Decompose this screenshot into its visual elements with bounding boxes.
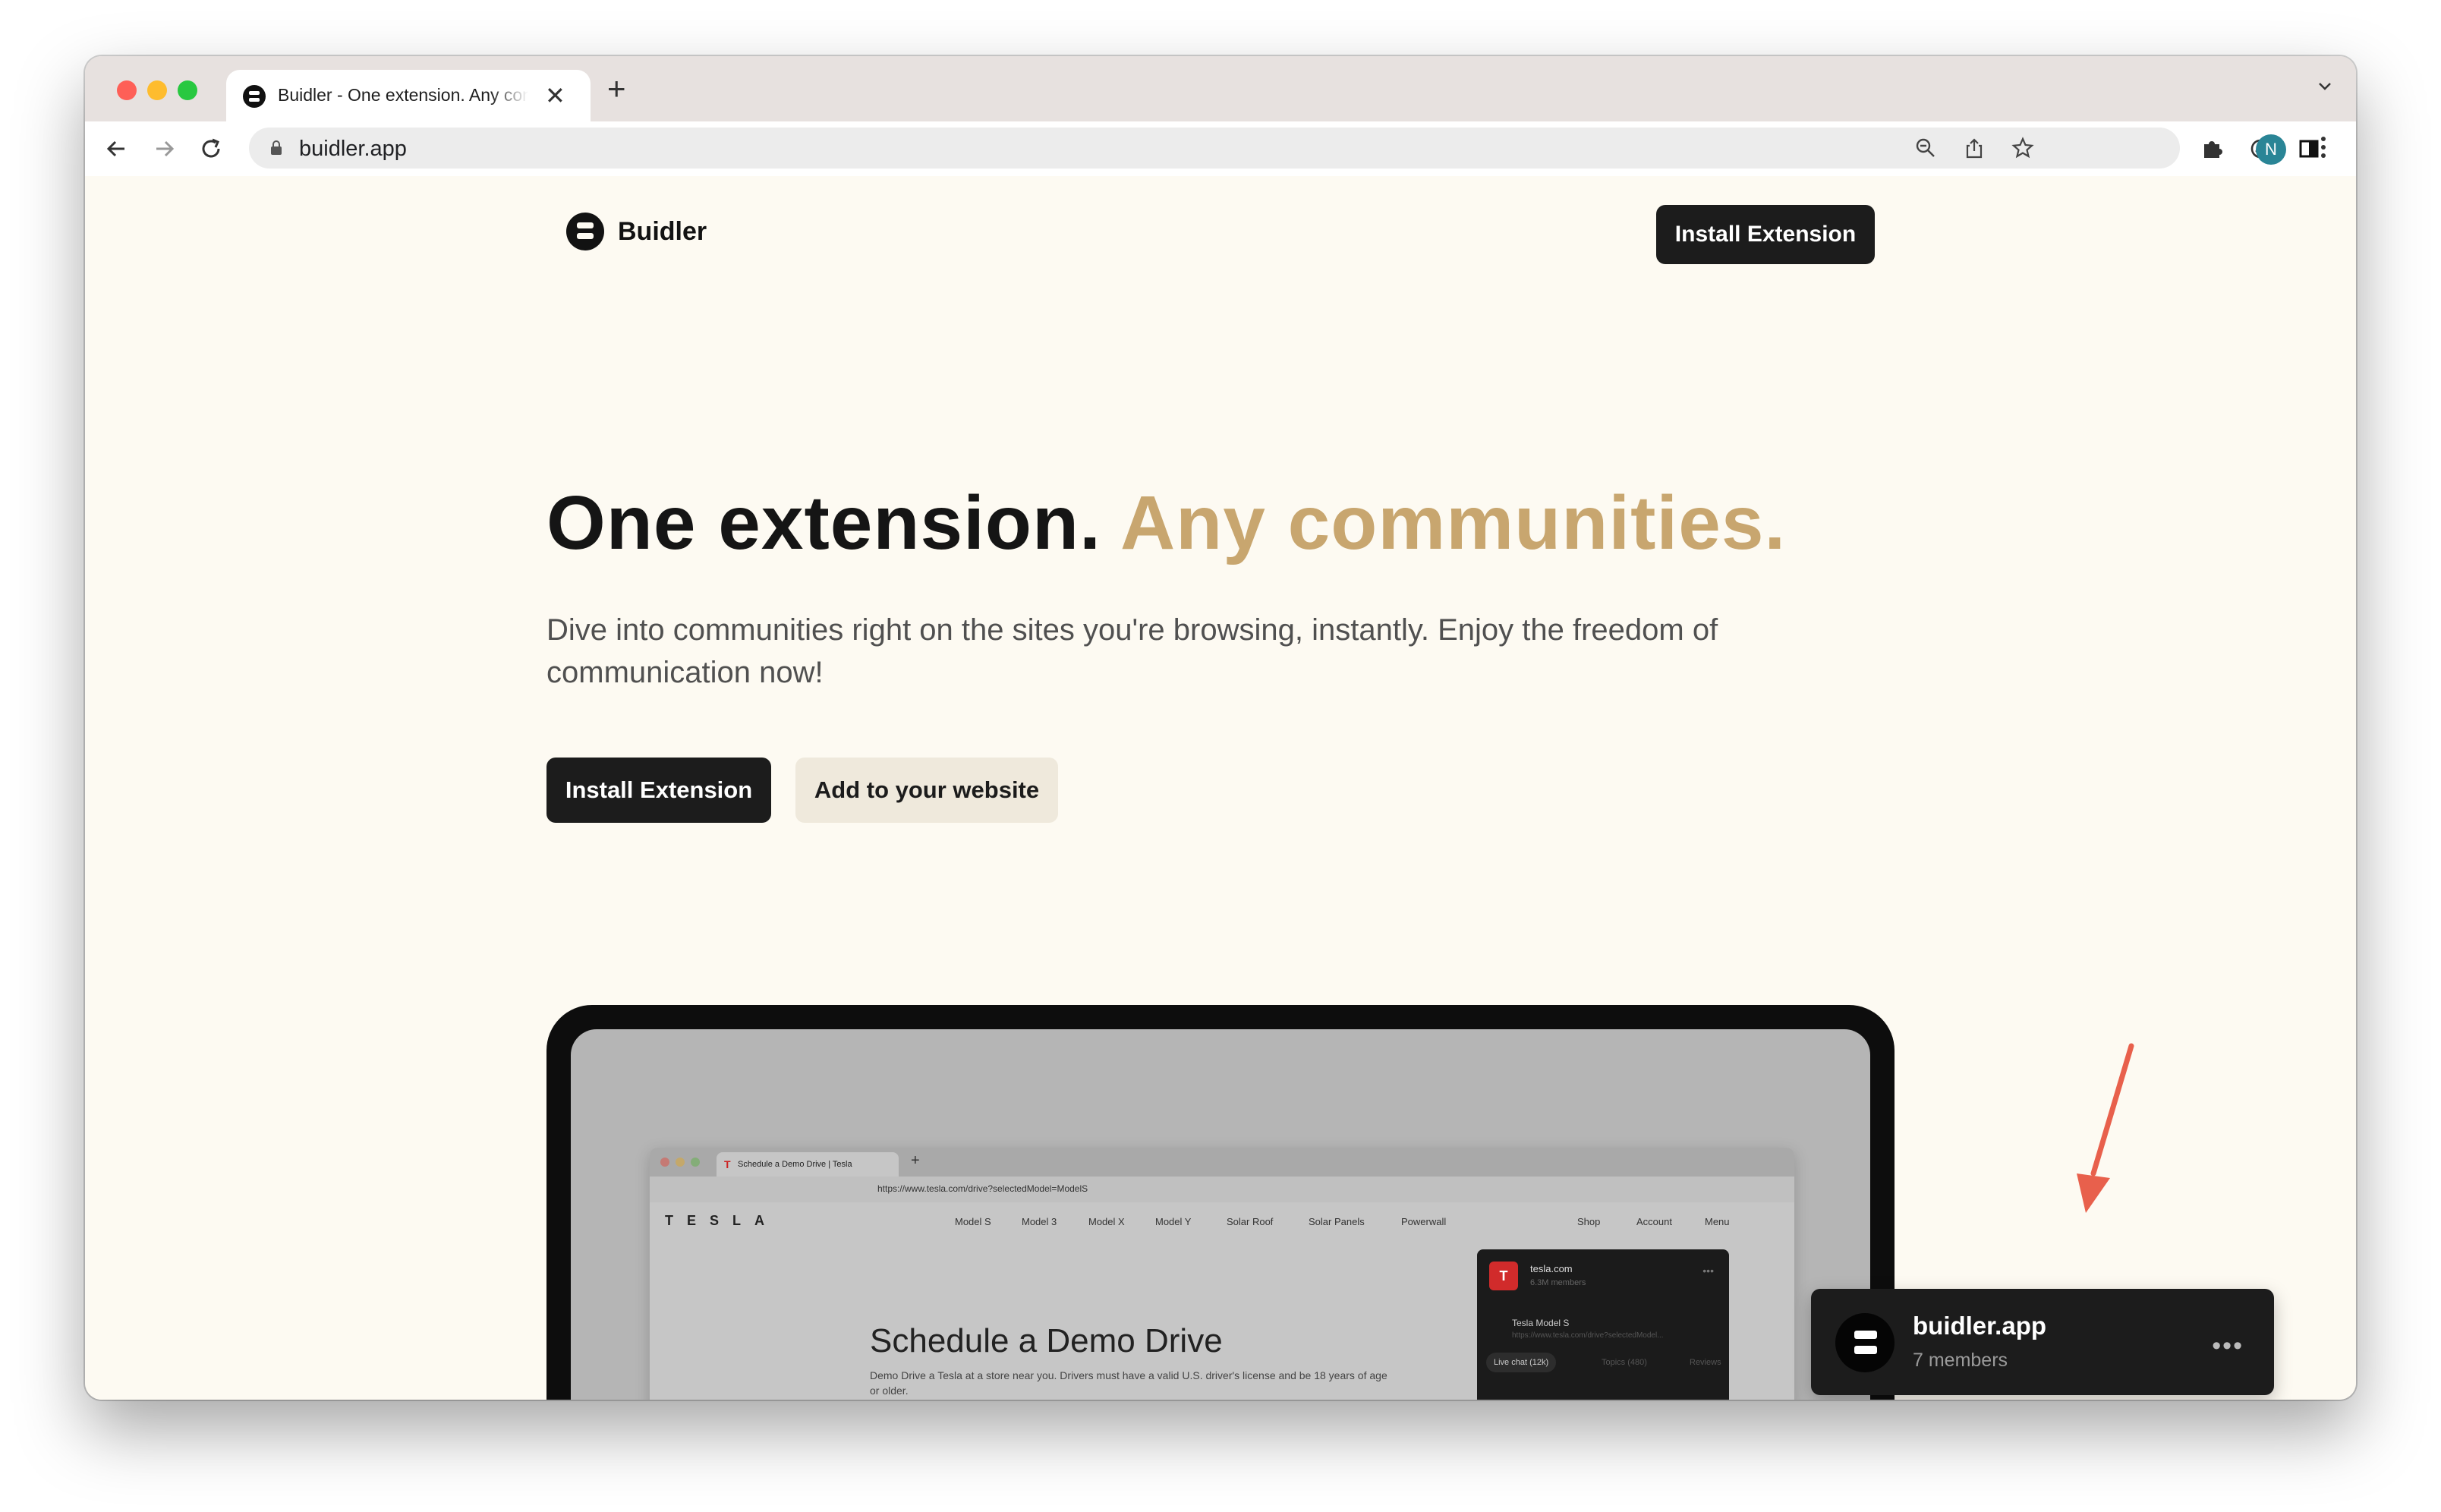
share-icon[interactable] — [1963, 137, 1986, 159]
close-window-button[interactable] — [117, 80, 137, 100]
mockup-menu-item: Model X — [1088, 1216, 1125, 1227]
mockup-live-chat-pill: Live chat (12k) — [1486, 1353, 1557, 1372]
widget-more-icon[interactable]: ••• — [2212, 1331, 2244, 1361]
browser-menu-icon[interactable] — [2320, 137, 2327, 162]
mockup-panel-title: tesla.com — [1530, 1263, 1573, 1274]
mockup-panel-members: 6.3M members — [1530, 1278, 1586, 1287]
minimize-window-button[interactable] — [147, 80, 167, 100]
bookmark-star-icon[interactable] — [2011, 137, 2034, 159]
add-to-website-button[interactable]: Add to your website — [795, 758, 1058, 823]
tab-search-chevron-icon[interactable] — [2317, 77, 2333, 94]
close-tab-icon[interactable]: ✕ — [545, 79, 565, 112]
mockup-menu-item: Model 3 — [1022, 1216, 1057, 1227]
mockup-new-tab-icon: + — [911, 1152, 920, 1169]
mockup-menu-item: Solar Roof — [1227, 1216, 1274, 1227]
mockup-yellow-dot — [676, 1158, 685, 1167]
mockup-menu-item: Powerwall — [1401, 1216, 1447, 1227]
hero-title-main: One extension. — [546, 480, 1101, 565]
mockup-panel-url: https://www.tesla.com/drive?selectedMode… — [1512, 1331, 1664, 1340]
hero-subtitle: Dive into communities right on the sites… — [546, 613, 1718, 689]
tesla-favicon-icon: T — [724, 1158, 731, 1170]
browser-window: Buidler - One extension. Any communities… — [85, 56, 2356, 1400]
logo-text: Buidler — [618, 216, 707, 246]
mockup-panel-page: Tesla Model S — [1512, 1318, 1570, 1328]
webpage: Buidler Install Extension One extension.… — [85, 176, 2356, 1400]
hero-title-accent: Any communities. — [1120, 480, 1787, 565]
mockup-panel-more-icon: ••• — [1702, 1265, 1714, 1277]
mockup-menu-right-item: Shop — [1577, 1216, 1601, 1227]
mockup-browser: T Schedule a Demo Drive | Tesla + https:… — [650, 1148, 1794, 1400]
mockup-toolbar: https://www.tesla.com/drive?selectedMode… — [650, 1177, 1794, 1202]
new-tab-button[interactable]: + — [607, 71, 626, 106]
address-bar[interactable]: buidler.app — [249, 128, 2180, 169]
buidler-logo-icon — [566, 213, 604, 250]
reload-icon[interactable] — [196, 134, 226, 164]
mockup-tab: T Schedule a Demo Drive | Tesla — [717, 1152, 899, 1177]
tab-bar: Buidler - One extension. Any communities… — [85, 56, 2356, 121]
mockup-tab-title: Schedule a Demo Drive | Tesla — [738, 1160, 852, 1169]
lock-icon[interactable] — [270, 140, 282, 156]
mockup-tab-bar: T Schedule a Demo Drive | Tesla + — [650, 1148, 1794, 1177]
back-icon[interactable] — [102, 134, 132, 164]
widget-title: buidler.app — [1913, 1312, 2047, 1340]
mockup-red-dot — [660, 1158, 669, 1167]
mockup-brand: TESLA — [665, 1213, 779, 1228]
buidler-favicon-icon — [243, 85, 266, 108]
widget-members: 7 members — [1913, 1350, 2008, 1371]
mockup-menu-item: Model S — [955, 1216, 991, 1227]
maximize-window-button[interactable] — [178, 80, 197, 100]
mockup-description-2: or older. — [870, 1384, 909, 1397]
url-text: buidler.app — [299, 137, 407, 161]
tab-buidler[interactable]: Buidler - One extension. Any communities… — [226, 70, 591, 121]
mockup-headline: Schedule a Demo Drive — [870, 1322, 1223, 1359]
hero-install-extension-button[interactable]: Install Extension — [546, 758, 771, 823]
extensions-puzzle-icon[interactable] — [2200, 137, 2224, 161]
side-panel-icon[interactable] — [2297, 137, 2321, 161]
buidler-widget-icon — [1835, 1313, 1895, 1372]
nav-install-extension-button[interactable]: Install Extension — [1656, 205, 1875, 264]
hero-title: One extension. Any communities. — [546, 480, 1786, 567]
mockup-menu-item: Model Y — [1155, 1216, 1192, 1227]
mockup-green-dot — [691, 1158, 700, 1167]
mockup-url: https://www.tesla.com/drive?selectedMode… — [877, 1183, 1088, 1194]
tab-title: Buidler - One extension. Any communities… — [278, 85, 528, 105]
mockup-topics-pill: Topics (480) — [1602, 1358, 1647, 1367]
site-logo[interactable]: Buidler — [566, 213, 707, 250]
mockup-screen: T Schedule a Demo Drive | Tesla + https:… — [571, 1029, 1870, 1400]
mockup-community-panel: T tesla.com 6.3M members ••• Tesla Model… — [1477, 1249, 1729, 1400]
browser-toolbar: buidler.app N — [85, 121, 2356, 178]
buidler-community-widget[interactable]: buidler.app 7 members ••• — [1811, 1289, 2274, 1395]
mockup-menu-right-item: Account — [1636, 1216, 1672, 1227]
tesla-logo-icon: T — [1489, 1262, 1518, 1290]
mockup-menu-item: Solar Panels — [1309, 1216, 1365, 1227]
zoom-icon[interactable] — [1914, 137, 1937, 159]
mockup-menu-right-item: Menu — [1705, 1216, 1730, 1227]
mockup-reviews-pill: Reviews — [1690, 1358, 1721, 1367]
profile-avatar[interactable]: N — [2256, 134, 2286, 165]
mockup-description: Demo Drive a Tesla at a store near you. … — [870, 1369, 1387, 1381]
laptop-mockup: T Schedule a Demo Drive | Tesla + https:… — [546, 1005, 1895, 1400]
forward-icon[interactable] — [149, 134, 179, 164]
